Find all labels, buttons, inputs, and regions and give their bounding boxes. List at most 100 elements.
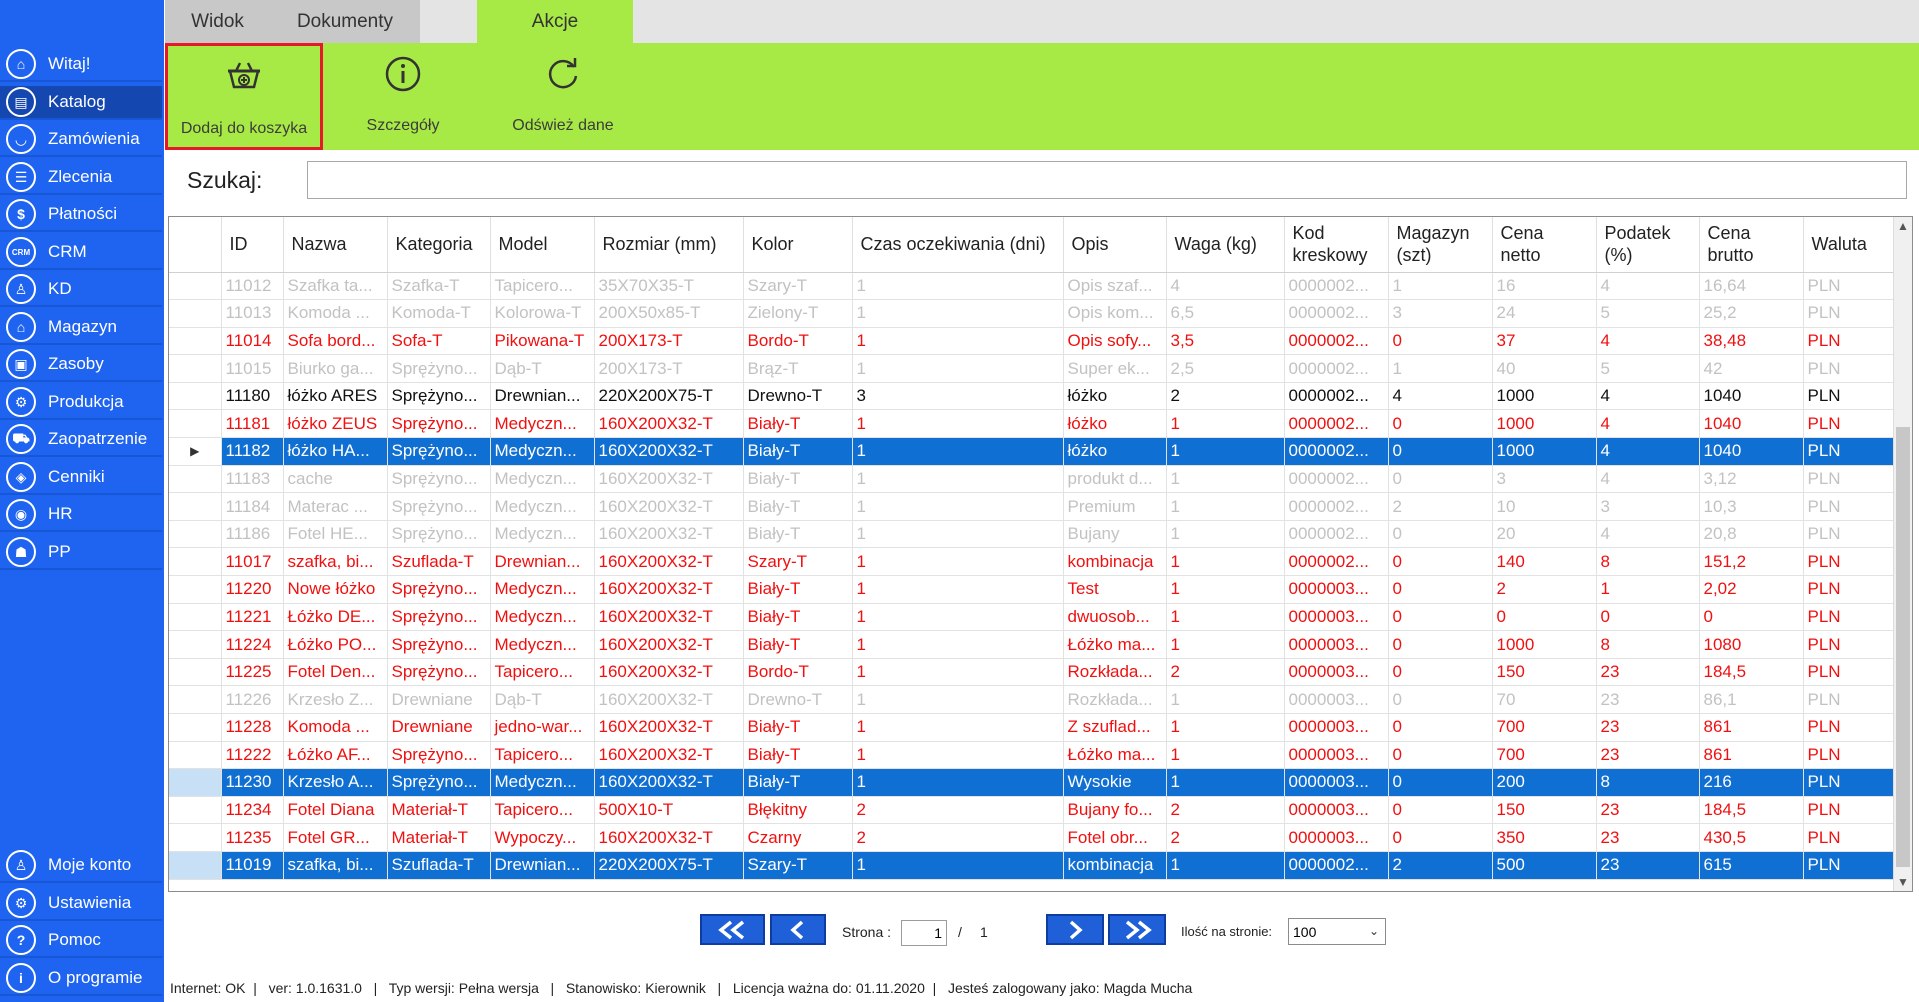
sidebar-item-zaopatrzenie[interactable]: ⛟ Zaopatrzenie [0,423,162,457]
sidebar-item-o-programie[interactable]: i O programie [0,962,162,996]
column-header[interactable]: Opis [1063,217,1167,273]
column-header[interactable]: Podatek (%) [1596,217,1700,273]
column-header[interactable]: Nazwa [283,217,388,273]
row-selector[interactable] [169,465,222,494]
sidebar-item-pp[interactable]: ☗ PP [0,536,162,570]
row-selector[interactable] [169,492,222,521]
table-row[interactable]: 11017 szafka, bi... Szuflada-T Drewnian... 1… [169,547,1896,577]
sidebar-item-witaj-[interactable]: ⌂ Witaj! [0,48,162,82]
column-header[interactable]: Kategoria [387,217,491,273]
table-row[interactable]: 11019 szafka, bi... Szuflada-T Drewnian... 2… [169,851,1896,880]
app-window: ⌂ Witaj! ▤ Katalog ◡ Zamówienia ☰ Zlecenia $ Płat… [0,0,1919,1002]
prev-page-button[interactable] [770,914,826,945]
sidebar-item-zamówienia[interactable]: ◡ Zamówienia [0,123,162,157]
table-cell: 11180 [221,382,284,411]
row-selector[interactable] [169,741,222,770]
column-header[interactable]: Czas oczekiwania (dni) [852,217,1064,273]
scroll-down-icon[interactable]: ▼ [1894,873,1912,891]
add-to-cart-button[interactable]: Dodaj do koszyka [165,43,323,150]
table-row[interactable]: 11181 łóżko ZEUS Sprężyno... Medyczn... 160X… [169,409,1896,439]
sidebar-item-zasoby[interactable]: ▣ Zasoby [0,348,162,382]
column-header[interactable]: Magazyn (szt) [1388,217,1493,273]
sidebar-item-magazyn[interactable]: ⌂ Magazyn [0,311,162,345]
table-row[interactable]: 11222 Łóżko AF... Sprężyno... Tapicero... 16… [169,741,1896,770]
sidebar-item-hr[interactable]: ◉ HR [0,498,162,532]
sidebar-item-label: Produkcja [48,392,124,411]
sidebar-item-kd[interactable]: ♙ KD [0,273,162,307]
table-row[interactable]: 11012 Szafka ta... Szafka-T Tapicero... 35X7… [169,272,1896,301]
table-row[interactable]: 11221 Łóżko DE... Sprężyno... Medyczn... 160… [169,603,1896,632]
table-row[interactable]: 11014 Sofa bord... Sofa-T Pikowana-T 200X173… [169,327,1896,356]
row-selector[interactable] [169,851,222,880]
last-page-button[interactable] [1108,914,1166,945]
table-row[interactable]: 11015 Biurko ga... Sprężyno... Dąb-T 200X173… [169,354,1896,383]
page-number-input[interactable] [901,920,947,946]
sidebar-item-cenniki[interactable]: ◈ Cenniki [0,461,162,495]
row-selector[interactable] [169,823,222,852]
table-cell: 160X200X32-T [594,685,744,714]
row-selector[interactable] [169,520,222,549]
next-page-button[interactable] [1046,914,1104,945]
column-header[interactable]: Waluta [1803,217,1896,273]
sidebar-item-zlecenia[interactable]: ☰ Zlecenia [0,161,162,195]
row-selector[interactable] [169,658,222,687]
table-row[interactable]: 11224 Łóżko PO... Sprężyno... Medyczn... 160… [169,630,1896,659]
row-selector[interactable] [169,768,222,797]
sidebar-item-produkcja[interactable]: ⚙ Produkcja [0,386,162,420]
tab-akcje[interactable]: Akcje [477,0,633,43]
search-input[interactable] [307,161,1907,199]
column-header[interactable]: Kolor [743,217,853,273]
table-cell: PLN [1803,327,1896,356]
column-header[interactable]: Cena netto [1492,217,1597,273]
table-row[interactable]: 11180 łóżko ARES Sprężyno... Drewnian... 220… [169,382,1896,411]
row-selector[interactable] [169,547,222,577]
row-selector[interactable] [169,575,222,604]
row-selector[interactable]: ▶ [169,437,222,466]
table-row[interactable]: 11220 Nowe łóżko Sprężyno... Medyczn... 160X… [169,575,1896,604]
row-selector[interactable] [169,327,222,356]
first-page-button[interactable] [700,914,765,945]
details-button[interactable]: Szczegóły [325,43,481,150]
sidebar-item-ustawienia[interactable]: ⚙ Ustawienia [0,887,162,921]
row-selector[interactable] [169,603,222,632]
row-selector[interactable] [169,713,222,742]
table-row[interactable]: 11230 Krzesło A... Sprężyno... Medyczn... 16… [169,768,1896,797]
row-selector[interactable] [169,796,222,825]
table-row[interactable]: 11234 Fotel Diana Materiał-T Tapicero... 500… [169,796,1896,825]
column-header[interactable]: Kod kreskowy [1284,217,1389,273]
tab-widok[interactable]: Widok [165,0,270,43]
scrollbar-thumb[interactable] [1896,427,1910,867]
table-row[interactable]: 11186 Fotel HE... Sprężyno... Medyczn... 160… [169,520,1896,549]
scroll-up-icon[interactable]: ▲ [1894,217,1912,235]
column-header[interactable]: Model [490,217,595,273]
row-selector[interactable] [169,272,222,301]
table-row[interactable]: ▶ 11182 łóżko HA... Sprężyno... Medyczn... 16… [169,437,1896,466]
table-row[interactable]: 11226 Krzesło Z... Drewniane Dąb-T 160X200X3… [169,685,1896,714]
column-header[interactable]: Waga (kg) [1166,217,1285,273]
table-row[interactable]: 11228 Komoda ... Drewniane jedno-war... 160X… [169,713,1896,742]
refresh-button[interactable]: Odśwież dane [483,43,643,150]
column-header[interactable]: ID [221,217,284,273]
vertical-scrollbar[interactable]: ▲ ▼ [1893,217,1912,891]
tab-dokumenty[interactable]: Dokumenty [270,0,420,43]
table-row[interactable]: 11235 Fotel GR... Materiał-T Wypoczy... 160X… [169,823,1896,852]
sidebar-item-płatności[interactable]: $ Płatności [0,198,162,232]
table-row[interactable]: 11013 Komoda ... Komoda-T Kolorowa-T 200X50x… [169,299,1896,328]
sidebar-item-pomoc[interactable]: ? Pomoc [0,924,162,958]
sidebar-item-crm[interactable]: CRM CRM [0,236,162,270]
column-header[interactable]: Rozmiar (mm) [594,217,744,273]
row-selector[interactable] [169,382,222,411]
page-size-select[interactable]: 100 ⌄ [1288,918,1386,945]
table-row[interactable]: 11225 Fotel Den... Sprężyno... Tapicero... 1… [169,658,1896,687]
sidebar-item-moje-konto[interactable]: ♙ Moje konto [0,849,162,883]
row-selector[interactable] [169,299,222,328]
table-row[interactable]: 11184 Materac ... Sprężyno... Medyczn... 160… [169,492,1896,521]
row-selector[interactable] [169,685,222,714]
row-selector[interactable] [169,409,222,439]
row-selector[interactable] [169,354,222,383]
sidebar-item-katalog[interactable]: ▤ Katalog [0,86,162,120]
table-row[interactable]: 11183 cache Sprężyno... Medyczn... 160X200X3… [169,465,1896,494]
column-header[interactable]: Cena brutto [1699,217,1804,273]
table-cell: 160X200X32-T [594,630,744,659]
row-selector[interactable] [169,630,222,659]
